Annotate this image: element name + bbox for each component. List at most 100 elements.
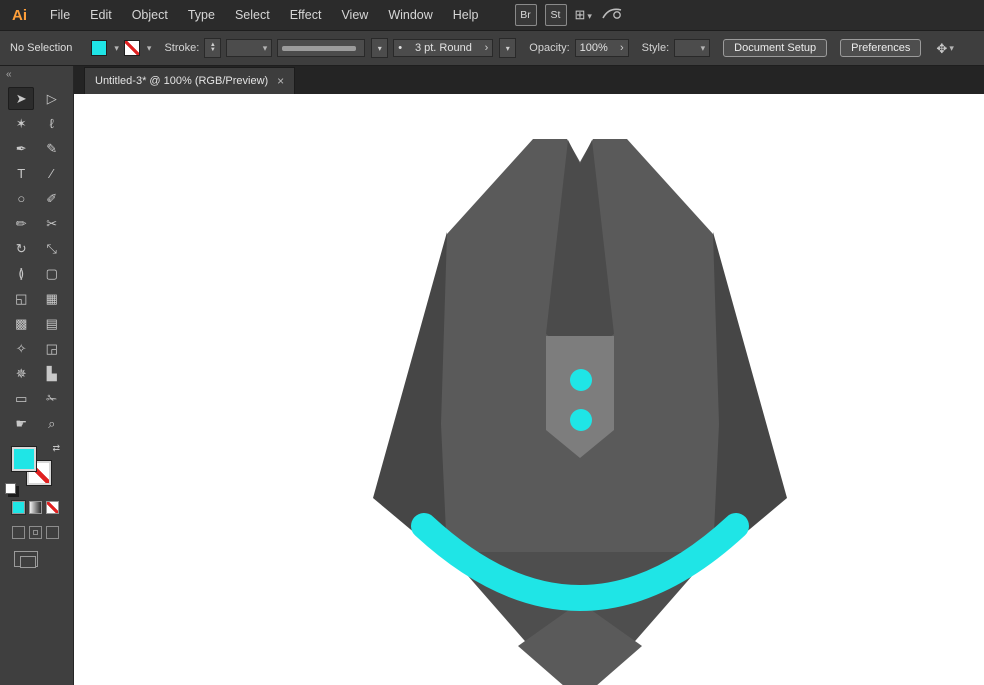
preferences-button[interactable]: Preferences	[840, 39, 922, 57]
slice-tool[interactable]: ✁	[39, 387, 65, 410]
color-button[interactable]	[12, 501, 25, 514]
symbol-sprayer-tool[interactable]: ✵	[8, 362, 34, 385]
perspective-grid-tool[interactable]: ▦	[39, 287, 65, 310]
scissors-tool[interactable]: ✂	[39, 212, 65, 235]
type-tool-icon: T	[17, 166, 26, 181]
document-tab[interactable]: Untitled-3* @ 100% (RGB/Preview) ×	[84, 67, 296, 94]
ellipse-tool-icon: ○	[17, 191, 26, 206]
artboard-tool[interactable]: ▭	[8, 387, 34, 410]
menu-window[interactable]: Window	[378, 8, 442, 22]
bridge-button[interactable]: Br	[514, 4, 537, 26]
width-profile-chevron[interactable]: ▾	[371, 38, 389, 58]
opacity-field[interactable]: 100% ›	[574, 39, 629, 57]
toolbar-collapse-button[interactable]: «	[0, 66, 73, 83]
opacity-arrow-icon[interactable]: ›	[620, 42, 624, 54]
shape-builder-tool[interactable]: ◱	[8, 287, 34, 310]
style-select[interactable]: ▾	[674, 39, 711, 57]
stroke-color-swatch[interactable]	[123, 40, 140, 56]
stepper-down-icon[interactable]: ▼	[210, 47, 216, 53]
fill-color-swatch[interactable]	[91, 40, 108, 56]
selection-tool-icon: ➤	[15, 90, 27, 106]
scissors-tool-icon: ✂	[46, 215, 58, 231]
hand-tool[interactable]: ☛	[8, 412, 34, 435]
none-button[interactable]	[46, 501, 59, 514]
zoom-tool[interactable]: ⌕	[39, 412, 65, 435]
rotate-tool[interactable]: ↻	[8, 237, 34, 260]
line-segment-tool[interactable]: ∕	[39, 162, 65, 185]
document-tab-bar: Untitled-3* @ 100% (RGB/Preview) ×	[74, 66, 984, 94]
curvature-tool[interactable]: ✎	[39, 137, 65, 160]
ellipse-tool[interactable]: ○	[8, 187, 34, 210]
draw-inside-button[interactable]	[46, 526, 59, 539]
document-setup-button[interactable]: Document Setup	[723, 39, 828, 57]
lasso-tool-icon: ℓ	[49, 116, 54, 131]
mouse-left-wing[interactable]	[373, 232, 447, 560]
workspace-icon: ✥	[936, 40, 948, 56]
brush-next-icon[interactable]: ›	[485, 42, 489, 54]
artboard-tool-icon: ▭	[15, 390, 28, 406]
draw-normal-button[interactable]	[12, 526, 25, 539]
tab-close-icon[interactable]: ×	[277, 74, 284, 88]
width-tool[interactable]: ≬	[8, 262, 34, 285]
free-transform-tool-icon: ▢	[45, 265, 58, 281]
blend-tool-icon: ◲	[45, 340, 58, 356]
menu-effect[interactable]: Effect	[280, 8, 332, 22]
variable-width-profile-select[interactable]	[277, 39, 366, 57]
brush-definition-chevron[interactable]: ▾	[499, 38, 517, 58]
menu-help[interactable]: Help	[443, 8, 489, 22]
artboard-canvas[interactable]	[74, 94, 984, 685]
free-transform-tool[interactable]: ▢	[39, 262, 65, 285]
draw-behind-button[interactable]	[29, 526, 42, 539]
lasso-tool[interactable]: ℓ	[39, 112, 65, 135]
type-tool[interactable]: T	[8, 162, 34, 185]
gradient-tool[interactable]: ▤	[39, 312, 65, 335]
illustrator-logo: Ai	[12, 6, 27, 24]
curvature-tool-icon: ✎	[46, 140, 58, 156]
workspace-switcher[interactable]: ✥ ▾	[936, 42, 953, 55]
gpu-performance-icon[interactable]	[600, 5, 624, 26]
magic-wand-tool[interactable]: ✶	[8, 112, 34, 135]
symbol-sprayer-tool-icon: ✵	[15, 365, 27, 381]
menu-type[interactable]: Type	[178, 8, 225, 22]
paintbrush-tool[interactable]: ✐	[39, 187, 65, 210]
pencil-tool[interactable]: ✏	[8, 212, 34, 235]
stroke-weight-stepper[interactable]: ▲ ▼	[204, 38, 222, 58]
eyedropper-tool[interactable]: ✧	[8, 337, 34, 360]
fill-swatch[interactable]	[12, 447, 36, 471]
fill-chevron-icon[interactable]: ▾	[114, 43, 119, 54]
menu-edit[interactable]: Edit	[80, 8, 122, 22]
mouse-right-wing[interactable]	[713, 232, 787, 560]
eyedropper-tool-icon: ✧	[15, 340, 27, 356]
arrange-documents-button[interactable]: ⊞ ▾	[575, 8, 592, 22]
brush-name: 3 pt. Round	[414, 42, 472, 54]
document-tab-title: Untitled-3* @ 100% (RGB/Preview)	[95, 75, 269, 87]
chevron-down-icon: ▾	[700, 42, 706, 53]
gradient-tool-icon: ▤	[45, 315, 58, 331]
stroke-chevron-icon[interactable]: ▾	[147, 43, 152, 54]
menu-view[interactable]: View	[331, 8, 378, 22]
stock-button[interactable]: St	[544, 4, 567, 26]
column-graph-tool-icon: ▙	[46, 365, 57, 381]
direct-selection-tool[interactable]: ▷	[39, 87, 65, 110]
menu-file[interactable]: File	[40, 8, 80, 22]
blend-tool[interactable]: ◲	[39, 337, 65, 360]
gradient-button[interactable]	[29, 501, 42, 514]
stroke-weight-select[interactable]: ▾	[226, 39, 273, 57]
swap-fill-stroke-icon[interactable]: ⇄	[52, 443, 60, 454]
default-fill-stroke-icon[interactable]	[5, 483, 16, 494]
brush-definition-field[interactable]: • 3 pt. Round ›	[393, 39, 494, 57]
mouse-button-dot-bottom[interactable]	[570, 409, 592, 431]
menu-select[interactable]: Select	[225, 8, 280, 22]
mesh-tool[interactable]: ▩	[8, 312, 34, 335]
scale-tool[interactable]: ⤡	[39, 237, 65, 260]
column-graph-tool[interactable]: ▙	[39, 362, 65, 385]
style-label: Style:	[641, 42, 670, 54]
menu-bar: Ai File Edit Object Type Select Effect View Win…	[0, 0, 984, 30]
width-profile-preview	[282, 45, 357, 51]
pen-tool[interactable]: ✒	[8, 137, 34, 160]
direct-selection-tool-icon: ▷	[46, 90, 57, 106]
mouse-button-dot-top[interactable]	[570, 369, 592, 391]
menu-object[interactable]: Object	[122, 8, 178, 22]
screen-mode-button[interactable]	[14, 551, 38, 568]
selection-tool[interactable]: ➤	[8, 87, 35, 110]
